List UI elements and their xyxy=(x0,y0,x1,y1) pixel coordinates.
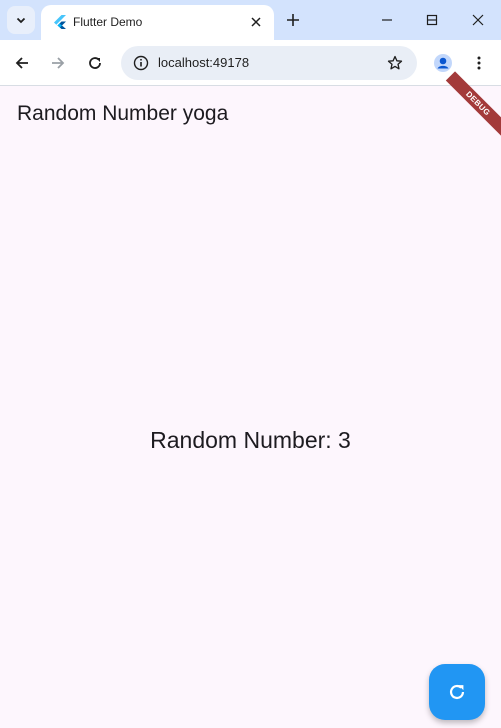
maximize-button[interactable] xyxy=(409,0,455,40)
browser-toolbar: localhost:49178 xyxy=(0,40,501,86)
tab-strip: Flutter Demo xyxy=(0,0,501,40)
minimize-icon xyxy=(382,19,392,21)
site-info-button[interactable] xyxy=(129,51,153,75)
plus-icon xyxy=(287,14,299,26)
new-tab-button[interactable] xyxy=(281,8,305,32)
back-arrow-icon xyxy=(15,57,28,69)
profile-icon xyxy=(434,54,452,72)
close-window-button[interactable] xyxy=(455,0,501,40)
star-icon xyxy=(387,55,403,70)
browser-tab[interactable]: Flutter Demo xyxy=(41,5,274,40)
close-icon xyxy=(472,14,484,26)
forward-arrow-icon xyxy=(52,57,65,69)
flutter-icon xyxy=(54,15,66,29)
back-button[interactable] xyxy=(6,47,38,79)
refresh-button[interactable] xyxy=(429,664,485,720)
info-icon xyxy=(133,55,149,71)
address-bar[interactable]: localhost:49178 xyxy=(121,46,417,80)
minimize-control[interactable] xyxy=(364,0,410,40)
tab-title: Flutter Demo xyxy=(73,15,143,29)
refresh-icon xyxy=(449,684,465,700)
browser-menu-button[interactable] xyxy=(463,47,495,79)
tab-search-button[interactable] xyxy=(7,6,35,34)
page-title: Random Number yoga xyxy=(17,102,229,125)
tab-close-button[interactable] xyxy=(246,12,266,32)
url-text: localhost:49178 xyxy=(158,55,250,70)
reload-icon xyxy=(89,57,101,69)
forward-button[interactable] xyxy=(42,47,74,79)
bookmark-button[interactable] xyxy=(383,51,407,75)
reload-button[interactable] xyxy=(79,47,111,79)
maximize-icon xyxy=(426,14,438,26)
more-vert-icon xyxy=(477,56,481,70)
chevron-down-icon xyxy=(16,17,26,24)
close-icon xyxy=(251,17,261,27)
random-number-text: Random Number: 3 xyxy=(150,427,351,453)
